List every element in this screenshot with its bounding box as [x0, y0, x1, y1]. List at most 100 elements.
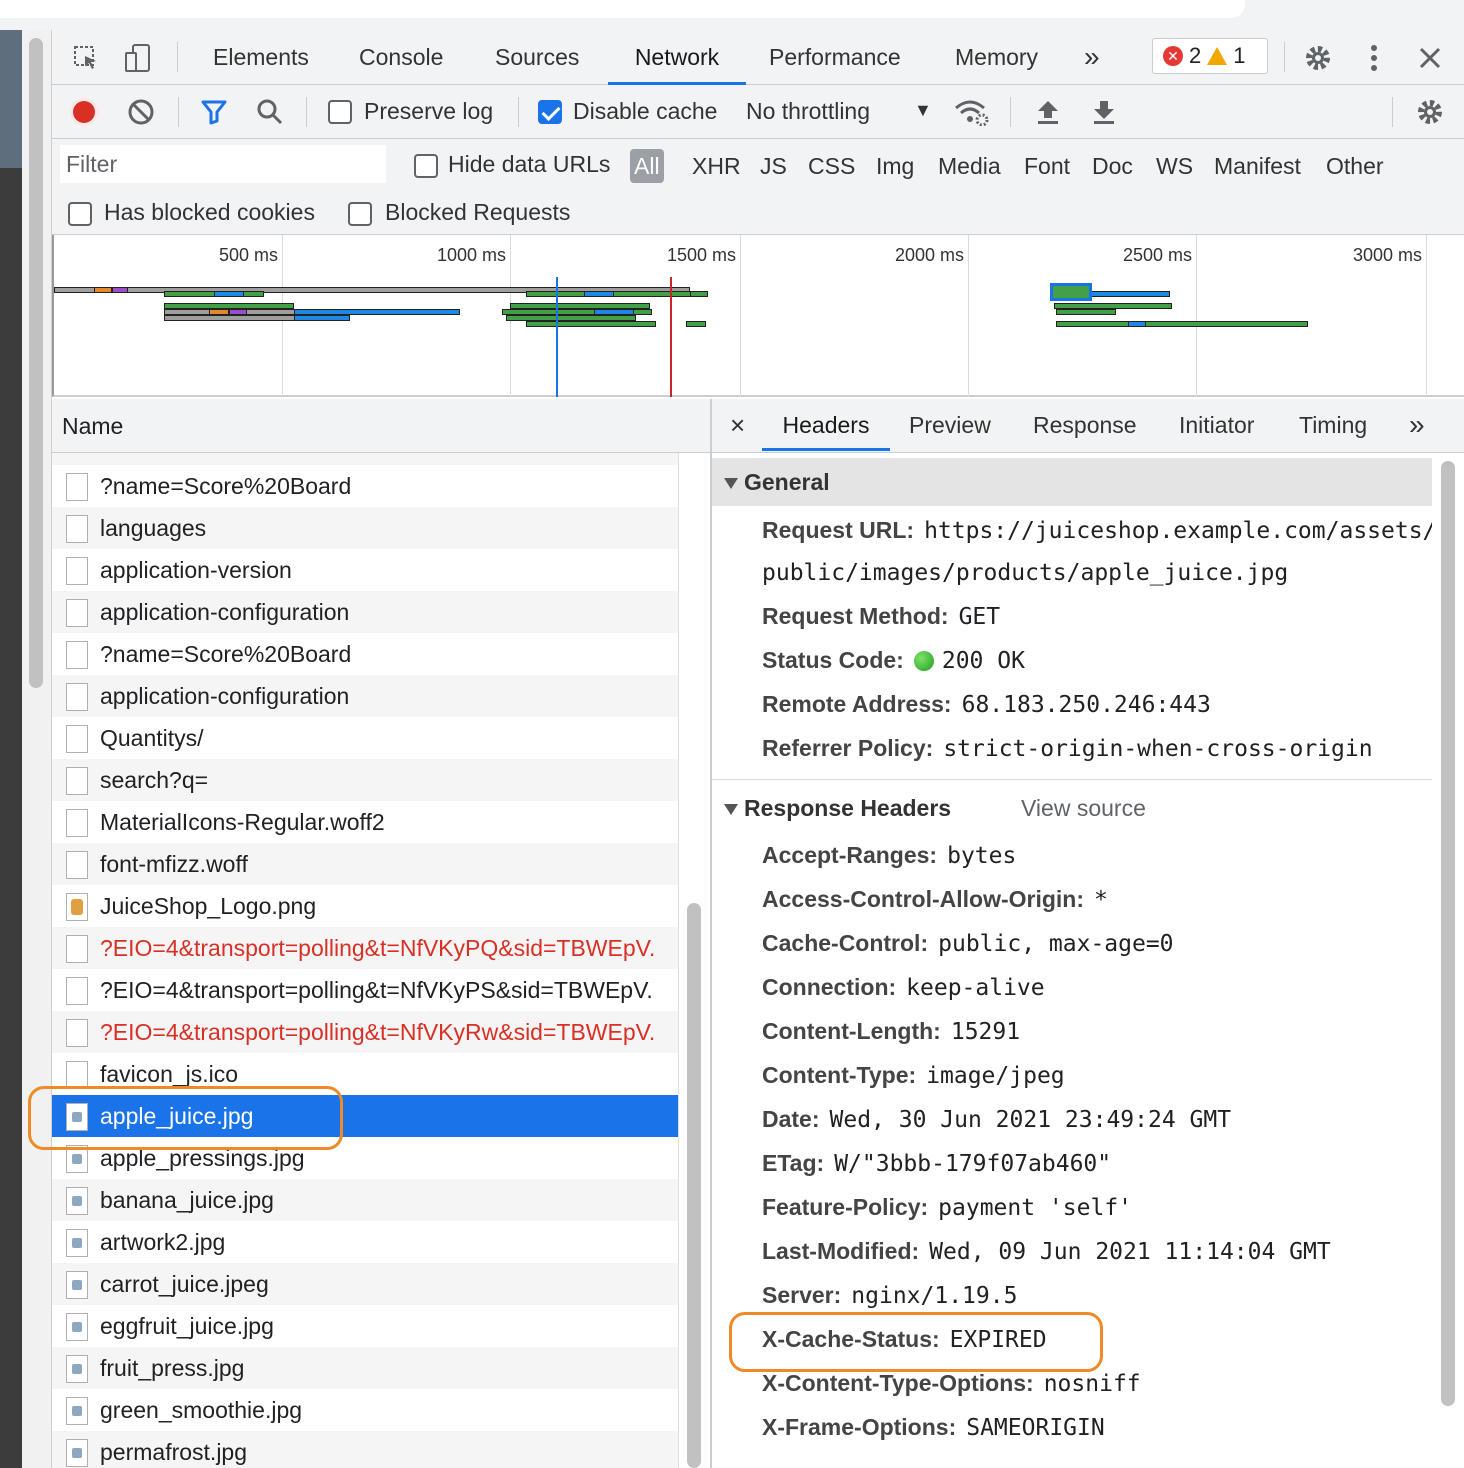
name-column-header[interactable]: Name: [52, 399, 710, 453]
document-file-icon: [66, 515, 88, 543]
record-icon[interactable]: [64, 92, 104, 132]
clear-icon[interactable]: [121, 92, 161, 132]
error-icon: ✕: [1163, 46, 1183, 66]
tab-performance[interactable]: Performance: [769, 30, 901, 85]
image-file-icon: [66, 1187, 88, 1215]
filter-type-other[interactable]: Other: [1326, 149, 1384, 183]
request-row[interactable]: JuiceShop_Logo.png: [52, 885, 678, 927]
image-file-icon: [66, 1397, 88, 1425]
tab-network[interactable]: Network: [608, 30, 746, 85]
settings-gear-icon[interactable]: [1298, 38, 1338, 78]
request-row[interactable]: application-version: [52, 549, 678, 591]
filter-type-ws[interactable]: WS: [1156, 149, 1193, 183]
filter-type-media[interactable]: Media: [938, 149, 1001, 183]
general-section-title[interactable]: General: [712, 458, 1432, 506]
page-scrollbar[interactable]: [22, 30, 52, 1468]
request-row[interactable]: ?EIO=4&transport=polling&t=NfVKyPS&sid=T…: [52, 969, 678, 1011]
blocked-requests-label[interactable]: Blocked Requests: [385, 199, 570, 226]
filter-input[interactable]: [60, 145, 386, 183]
browser-chrome-top: [0, 0, 1464, 30]
network-conditions-icon[interactable]: [952, 92, 992, 132]
request-row[interactable]: ?name=Score%20Board: [52, 633, 678, 675]
filter-type-font[interactable]: Font: [1024, 149, 1070, 183]
request-row[interactable]: apple_juice.jpg: [52, 1095, 678, 1137]
request-row-partial[interactable]: [52, 453, 678, 465]
close-devtools-icon[interactable]: [1410, 38, 1450, 78]
filter-type-doc[interactable]: Doc: [1092, 149, 1133, 183]
tab-timing[interactable]: Timing: [1299, 399, 1367, 451]
tab-preview[interactable]: Preview: [909, 399, 991, 451]
remote-address-row: Remote Address: 68.183.250.246:443: [762, 689, 1211, 720]
request-row[interactable]: apple_pressings.jpg: [52, 1137, 678, 1179]
inspect-element-icon[interactable]: [66, 38, 106, 78]
hide-data-urls-checkbox[interactable]: [414, 154, 438, 178]
details-scrollbar-thumb[interactable]: [1441, 461, 1455, 1406]
throttling-dropdown-icon[interactable]: ▼: [914, 100, 932, 121]
network-settings-gear-icon[interactable]: [1410, 92, 1450, 132]
close-details-icon[interactable]: ×: [730, 399, 745, 451]
document-file-icon: [66, 725, 88, 753]
requests-scrollbar[interactable]: [678, 453, 710, 1468]
tab-initiator[interactable]: Initiator: [1179, 399, 1254, 451]
tab-response[interactable]: Response: [1033, 399, 1137, 451]
request-row[interactable]: search?q=: [52, 759, 678, 801]
request-name: artwork2.jpg: [100, 1229, 226, 1255]
request-row[interactable]: eggfruit_juice.jpg: [52, 1305, 678, 1347]
details-scrollbar[interactable]: [1432, 453, 1464, 1468]
request-row[interactable]: languages: [52, 507, 678, 549]
device-toolbar-icon[interactable]: [118, 38, 158, 78]
filter-type-xhr[interactable]: XHR: [692, 149, 741, 183]
tab-headers[interactable]: Headers: [762, 399, 890, 451]
request-row[interactable]: ?EIO=4&transport=polling&t=NfVKyPQ&sid=T…: [52, 927, 678, 969]
filter-type-manifest[interactable]: Manifest: [1214, 149, 1301, 183]
request-row[interactable]: artwork2.jpg: [52, 1221, 678, 1263]
has-blocked-cookies-label[interactable]: Has blocked cookies: [104, 199, 315, 226]
more-details-tabs-icon[interactable]: »: [1409, 399, 1425, 451]
request-row[interactable]: ?name=Score%20Board: [52, 465, 678, 507]
header-value: 15291: [950, 1019, 1021, 1045]
request-row[interactable]: green_smoothie.jpg: [52, 1389, 678, 1431]
view-source-link[interactable]: View source: [1021, 784, 1146, 832]
tab-elements[interactable]: Elements: [213, 30, 309, 85]
request-row[interactable]: Quantitys/: [52, 717, 678, 759]
network-overview[interactable]: 500 ms 1000 ms 1500 ms 2000 ms 2500 ms 3000 m…: [52, 235, 1464, 397]
request-row[interactable]: font-mfizz.woff: [52, 843, 678, 885]
page-scrollbar-thumb[interactable]: [29, 38, 43, 688]
filter-type-js[interactable]: JS: [760, 149, 787, 183]
hide-data-urls-label[interactable]: Hide data URLs: [448, 151, 610, 178]
more-tabs-icon[interactable]: »: [1084, 30, 1100, 85]
request-row[interactable]: MaterialIcons-Regular.woff2: [52, 801, 678, 843]
tab-sources[interactable]: Sources: [495, 30, 579, 85]
request-row[interactable]: permafrost.jpg: [52, 1431, 678, 1468]
request-row[interactable]: favicon_js.ico: [52, 1053, 678, 1095]
overview-tick-label: 2000 ms: [894, 245, 964, 265]
export-har-icon[interactable]: [1084, 92, 1124, 132]
filter-type-img[interactable]: Img: [876, 149, 914, 183]
preserve-log-label[interactable]: Preserve log: [364, 98, 493, 125]
more-options-icon[interactable]: [1354, 38, 1394, 78]
request-row[interactable]: ?EIO=4&transport=polling&t=NfVKyRw&sid=T…: [52, 1011, 678, 1053]
request-details-pane: × Headers Preview Response Initiator Tim…: [712, 399, 1464, 1468]
request-row[interactable]: application-configuration: [52, 675, 678, 717]
request-row[interactable]: application-configuration: [52, 591, 678, 633]
filter-icon[interactable]: [194, 92, 234, 132]
request-row[interactable]: fruit_press.jpg: [52, 1347, 678, 1389]
throttling-select[interactable]: No throttling: [746, 98, 870, 125]
import-har-icon[interactable]: [1028, 92, 1068, 132]
search-icon[interactable]: [250, 92, 290, 132]
disable-cache-label[interactable]: Disable cache: [573, 98, 717, 125]
filter-type-all[interactable]: All: [630, 149, 664, 183]
request-name: favicon_js.ico: [100, 1061, 239, 1087]
request-row[interactable]: carrot_juice.jpeg: [52, 1263, 678, 1305]
request-row[interactable]: banana_juice.jpg: [52, 1179, 678, 1221]
filter-type-css[interactable]: CSS: [808, 149, 855, 183]
disable-cache-checkbox[interactable]: [538, 100, 562, 124]
blocked-requests-checkbox[interactable]: [348, 202, 372, 226]
tab-memory[interactable]: Memory: [955, 30, 1038, 85]
requests-scrollbar-thumb[interactable]: [687, 903, 701, 1468]
response-header-row: Access-Control-Allow-Origin: *: [762, 884, 1108, 915]
has-blocked-cookies-checkbox[interactable]: [68, 202, 92, 226]
issues-counter[interactable]: ✕ 2 1: [1152, 38, 1268, 74]
preserve-log-checkbox[interactable]: [328, 100, 352, 124]
tab-console[interactable]: Console: [359, 30, 443, 85]
